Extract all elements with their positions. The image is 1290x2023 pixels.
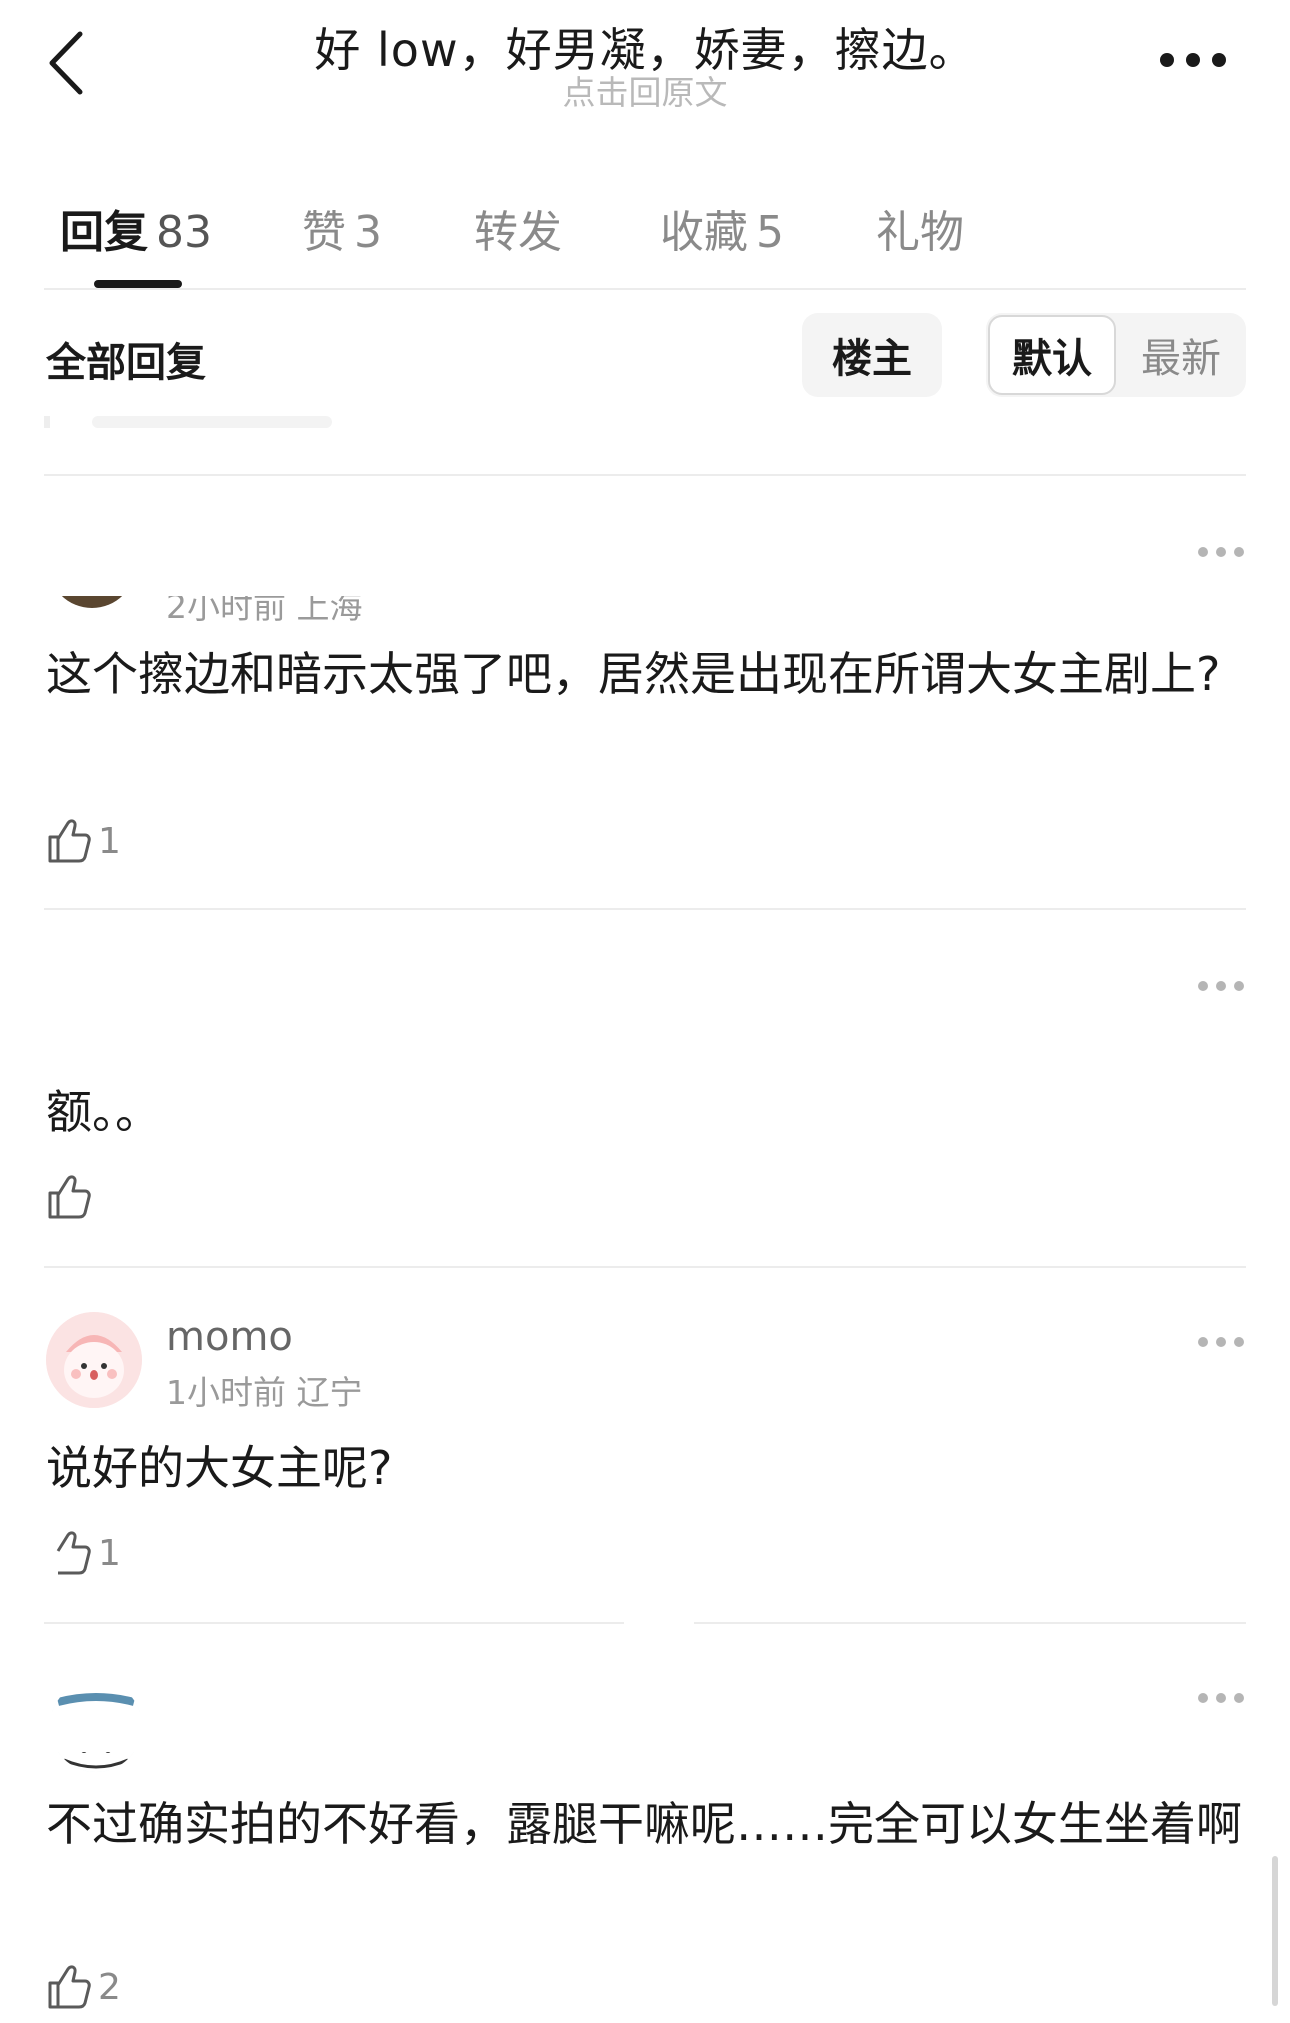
thumbs-up-icon: [48, 819, 91, 863]
like-button[interactable]: 1: [46, 1528, 121, 1578]
comment-more-button[interactable]: [1198, 1688, 1246, 1708]
comment-more-button[interactable]: [1198, 542, 1246, 562]
sort-latest-button[interactable]: 最新: [1126, 315, 1236, 395]
comment-meta: 1小时前 辽宁: [166, 1373, 363, 1412]
sort-default-button[interactable]: 默认: [988, 315, 1116, 395]
comment-more-button[interactable]: [1198, 976, 1246, 996]
tab-count: 83: [156, 207, 212, 258]
clip-mask: [0, 1712, 1290, 1752]
like-button[interactable]: 2: [46, 1962, 121, 2012]
comment-item: 额。。: [0, 910, 1290, 1266]
tab-likes[interactable]: 赞3: [302, 196, 382, 260]
comment-item: momo 1小时前 辽宁 说好的大女主呢? 1: [0, 1268, 1290, 1624]
thumbs-up-icon: [56, 1531, 91, 1575]
tab-reposts[interactable]: 转发: [474, 196, 562, 260]
like-button[interactable]: 1: [46, 816, 121, 866]
scrollbar[interactable]: [1272, 1856, 1278, 2006]
comment-text: 额。。: [46, 1085, 161, 1139]
clip-mask: [0, 910, 1290, 1028]
comment-item: 2小时前 上海 这个擦边和暗示太强了吧，居然是出现在所谓大女主剧上? 1: [0, 476, 1290, 908]
tab-label: 转发: [474, 207, 562, 258]
like-count: 1: [98, 820, 121, 862]
like-button[interactable]: [46, 1172, 92, 1222]
like-count: 1: [98, 1532, 121, 1574]
all-replies-heading: 全部回复: [46, 340, 206, 386]
more-options-button[interactable]: [1160, 42, 1240, 78]
comment-text: 这个擦边和暗示太强了吧，居然是出现在所谓大女主剧上?: [46, 647, 1221, 701]
tab-bar: 回复 83 赞3 转发 收藏 5 礼物: [0, 180, 1290, 290]
tab-favorites[interactable]: 收藏 5: [660, 196, 784, 260]
clip-mask: [0, 476, 1290, 596]
tab-count: 5: [756, 207, 784, 258]
comment-item: 不过确实拍的不好看，露腿干嘛呢……完全可以女生坐着啊 2: [0, 1624, 1290, 2023]
more-dot: [1216, 981, 1226, 991]
reply-filter-bar: 全部回复 楼主 默认 最新: [0, 310, 1290, 400]
more-dot: [1186, 53, 1200, 67]
owner-only-button[interactable]: 楼主: [802, 313, 942, 397]
more-dot: [1216, 1693, 1226, 1703]
scroll-residue: [44, 416, 50, 428]
more-dot: [1198, 547, 1208, 557]
tab-label: 礼物: [876, 207, 964, 258]
clip-mask: [0, 1636, 1290, 1690]
more-dot: [1198, 1693, 1208, 1703]
divider: [44, 288, 1246, 290]
more-dot: [1234, 547, 1244, 557]
more-dot: [1216, 1337, 1226, 1347]
comment-text: 说好的大女主呢?: [46, 1441, 393, 1495]
tab-count: 3: [354, 207, 382, 258]
thumbs-up-icon: [48, 1965, 91, 2009]
more-dot: [1216, 547, 1226, 557]
comment-more-button[interactable]: [1198, 1332, 1246, 1352]
more-dot: [1198, 1337, 1208, 1347]
active-tab-indicator: [94, 280, 182, 288]
more-dot: [1212, 53, 1226, 67]
more-dot: [1234, 1337, 1244, 1347]
scroll-residue: [92, 416, 332, 428]
cartoon-avatar-icon: [46, 1312, 142, 1408]
tab-label: 赞: [302, 207, 346, 258]
comment-username[interactable]: momo: [166, 1314, 293, 1360]
avatar[interactable]: [46, 1312, 142, 1408]
sort-toggle: 默认 最新: [986, 313, 1246, 397]
thumbs-up-icon: [48, 1175, 91, 1219]
more-dot: [1234, 981, 1244, 991]
top-bar: 好 low，好男凝，娇妻，擦边。 点击回原文: [0, 0, 1290, 140]
tab-gifts[interactable]: 礼物: [876, 196, 964, 260]
comment-text: 不过确实拍的不好看，露腿干嘛呢……完全可以女生坐着啊: [46, 1797, 1242, 1851]
like-count: 2: [98, 1966, 121, 2008]
view-original-link[interactable]: 点击回原文: [0, 66, 1290, 114]
tab-replies[interactable]: 回复 83: [60, 196, 212, 260]
more-dot: [1160, 53, 1174, 67]
more-dot: [1198, 981, 1208, 991]
tab-label: 回复: [60, 207, 148, 258]
more-dot: [1234, 1693, 1244, 1703]
tab-label: 收藏: [660, 207, 748, 258]
